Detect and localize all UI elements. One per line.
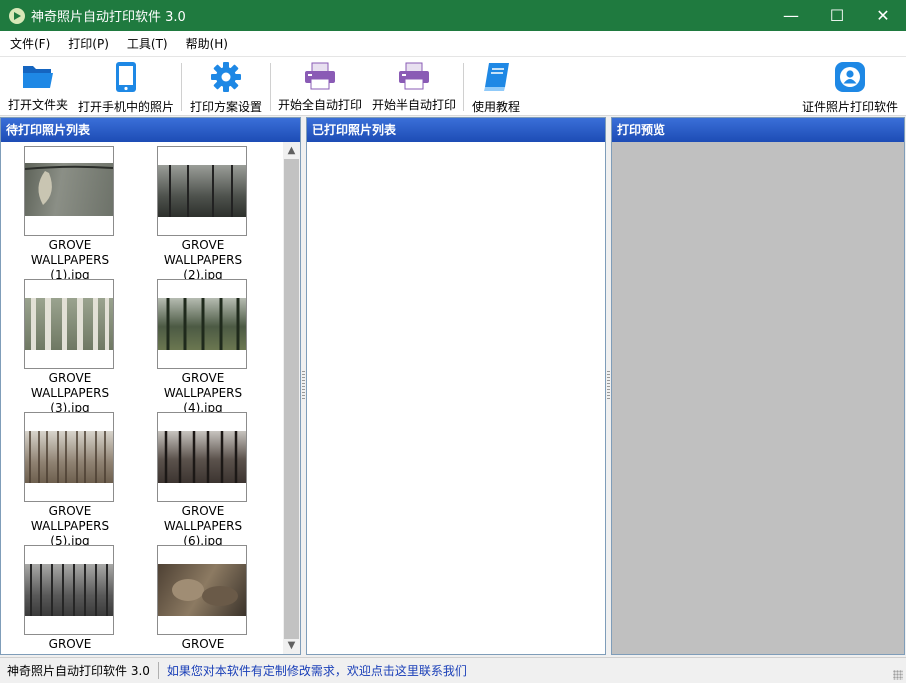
photo-item[interactable]: GROVE WALLPAPERS (1).jpg xyxy=(10,146,143,282)
photo-caption: GROVE WALLPAPERS (1).jpg xyxy=(30,238,110,282)
photo-item[interactable]: GROVE WALLPAPERS xyxy=(143,545,276,654)
scroll-down-icon[interactable]: ▼ xyxy=(283,637,300,654)
photo-thumbnail xyxy=(157,412,247,502)
printer-icon xyxy=(303,61,337,91)
photo-thumbnail xyxy=(157,146,247,236)
scrollbar-thumb[interactable] xyxy=(284,159,299,639)
photo-image xyxy=(158,165,246,217)
photo-thumbnail xyxy=(24,412,114,502)
photo-image xyxy=(158,298,246,350)
resize-grip-icon[interactable] xyxy=(893,670,903,680)
minimize-button[interactable]: — xyxy=(768,0,814,31)
photo-item[interactable]: GROVE WALLPAPERS (6).jpg xyxy=(143,412,276,548)
photo-image xyxy=(158,564,246,616)
id-photo-software-button[interactable]: 证件照片打印软件 xyxy=(798,61,902,114)
printer-icon xyxy=(397,61,431,91)
menu-help[interactable]: 帮助(H) xyxy=(178,35,236,52)
photo-thumbnail xyxy=(24,545,114,635)
photo-thumbnail xyxy=(24,146,114,236)
menu-file[interactable]: 文件(F) xyxy=(2,35,58,52)
close-button[interactable]: ✕ xyxy=(860,0,906,31)
window-title: 神奇照片自动打印软件 3.0 xyxy=(31,10,186,25)
toolbar-separator xyxy=(181,63,182,111)
photo-image xyxy=(25,298,113,350)
photo-item[interactable]: GROVE WALLPAPERS (3).jpg xyxy=(10,279,143,415)
menu-print[interactable]: 打印(P) xyxy=(60,35,117,52)
photo-thumbnail xyxy=(157,279,247,369)
title-bar: 神奇照片自动打印软件 3.0 — ☐ ✕ xyxy=(0,0,906,31)
print-preview-panel-title: 打印预览 xyxy=(612,118,904,142)
maximize-button[interactable]: ☐ xyxy=(814,0,860,31)
semi-auto-print-label: 开始半自动打印 xyxy=(371,98,456,112)
printed-photo-panel: 已打印照片列表 xyxy=(306,117,606,655)
photo-caption: GROVE WALLPAPERS xyxy=(164,637,242,654)
scroll-up-icon[interactable]: ▲ xyxy=(283,142,300,159)
photo-image xyxy=(25,163,113,216)
printed-photo-panel-title: 已打印照片列表 xyxy=(307,118,605,142)
menu-tools[interactable]: 工具(T) xyxy=(119,35,176,52)
open-phone-photos-label: 打开手机中的照片 xyxy=(77,100,174,114)
id-photo-software-label: 证件照片打印软件 xyxy=(801,100,898,114)
photo-caption: GROVE WALLPAPERS (2).jpg xyxy=(163,238,243,282)
photo-thumbnail xyxy=(157,545,247,635)
phone-icon xyxy=(109,61,143,93)
toolbar-separator xyxy=(463,63,464,111)
splitter-grip xyxy=(302,371,305,399)
photo-caption: GROVE WALLPAPERS (3).jpg xyxy=(30,371,110,415)
photo-caption: GROVE WALLPAPERS (5).jpg xyxy=(30,504,110,548)
menu-bar: 文件(F) 打印(P) 工具(T) 帮助(H) xyxy=(0,31,906,57)
auto-print-label: 开始全自动打印 xyxy=(277,98,362,112)
toolbar: 打开文件夹 打开手机中的照片 打印方案设置 开始全自动打印 开始半自动打印 使用… xyxy=(0,57,906,116)
splitter-grip xyxy=(607,371,610,399)
photo-item[interactable]: GROVE WALLPAPERS xyxy=(10,545,143,654)
photo-image xyxy=(158,431,246,483)
photo-thumbnail xyxy=(24,279,114,369)
semi-auto-print-button[interactable]: 开始半自动打印 xyxy=(368,61,460,113)
toolbar-separator xyxy=(270,63,271,111)
print-preview-area xyxy=(612,142,904,654)
pending-photo-list[interactable]: GROVE WALLPAPERS (1).jpg GROVE WALLPAPERS… xyxy=(1,142,300,654)
folder-icon xyxy=(21,61,55,91)
pending-list-scrollbar[interactable]: ▲ ▼ xyxy=(283,142,300,654)
print-settings-label: 打印方案设置 xyxy=(189,100,262,114)
photo-caption: GROVE WALLPAPERS xyxy=(31,637,109,654)
status-bar: 神奇照片自动打印软件 3.0 如果您对本软件有定制修改需求，欢迎点击这里联系我们 xyxy=(0,657,906,683)
book-icon xyxy=(479,61,513,93)
app-icon xyxy=(9,7,25,24)
open-folder-label: 打开文件夹 xyxy=(7,98,68,112)
printed-photo-list[interactable] xyxy=(307,142,605,654)
photo-item[interactable]: GROVE WALLPAPERS (5).jpg xyxy=(10,412,143,548)
photo-image xyxy=(25,564,113,616)
gear-icon xyxy=(209,61,243,93)
open-folder-button[interactable]: 打开文件夹 xyxy=(4,61,72,113)
user-icon xyxy=(833,61,867,93)
pending-photo-panel: 待打印照片列表 GROVE WALLPAPERS (1).jpg GROVE WA… xyxy=(0,117,301,655)
auto-print-button[interactable]: 开始全自动打印 xyxy=(274,61,366,113)
tutorial-button[interactable]: 使用教程 xyxy=(467,61,525,114)
window-controls: — ☐ ✕ xyxy=(768,0,906,31)
photo-image xyxy=(25,431,113,483)
open-phone-photos-button[interactable]: 打开手机中的照片 xyxy=(76,61,176,114)
custom-service-link[interactable]: 如果您对本软件有定制修改需求，欢迎点击这里联系我们 xyxy=(159,662,467,679)
tutorial-label: 使用教程 xyxy=(471,100,520,114)
pending-photo-panel-title: 待打印照片列表 xyxy=(1,118,300,142)
photo-caption: GROVE WALLPAPERS (4).jpg xyxy=(163,371,243,415)
photo-caption: GROVE WALLPAPERS (6).jpg xyxy=(163,504,243,548)
print-preview-panel: 打印预览 xyxy=(611,117,905,655)
photo-item[interactable]: GROVE WALLPAPERS (4).jpg xyxy=(143,279,276,415)
photo-item[interactable]: GROVE WALLPAPERS (2).jpg xyxy=(143,146,276,282)
print-settings-button[interactable]: 打印方案设置 xyxy=(186,61,266,114)
status-app-name: 神奇照片自动打印软件 3.0 xyxy=(0,662,159,679)
